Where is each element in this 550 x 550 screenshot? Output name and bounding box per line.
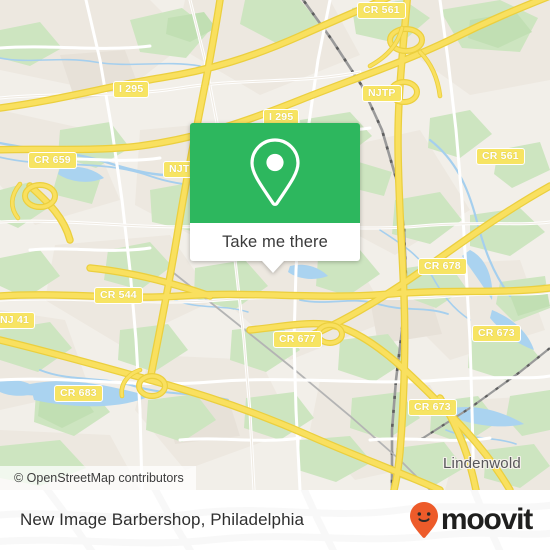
popup-action-bar[interactable]: Take me there — [190, 223, 360, 273]
road-shield-cr-678[interactable]: CR 678 — [418, 258, 467, 275]
footer-bar: New Image Barbershop, Philadelphia moovi… — [0, 490, 550, 550]
popup-header — [190, 123, 360, 223]
road-shield-cr-673-east[interactable]: CR 673 — [472, 325, 521, 342]
road-shield-cr-677[interactable]: CR 677 — [273, 331, 322, 348]
road-shield-cr-561-north[interactable]: CR 561 — [357, 2, 406, 19]
road-shield-cr-683[interactable]: CR 683 — [54, 385, 103, 402]
road-shield-cr-544[interactable]: CR 544 — [94, 287, 143, 304]
map-canvas[interactable]: Lindenwold CR 561 I 295 I 295 NJTP CR 56… — [0, 0, 550, 490]
road-shield-i-295-west[interactable]: I 295 — [113, 81, 150, 98]
moovit-logo[interactable]: moovit — [409, 501, 533, 539]
map-pin-icon — [246, 136, 304, 210]
moovit-map-screenshot: Lindenwold CR 561 I 295 I 295 NJTP CR 56… — [0, 0, 550, 550]
road-shield-nj-41[interactable]: NJ 41 — [0, 312, 36, 329]
osm-attribution[interactable]: © OpenStreetMap contributors — [0, 466, 196, 490]
road-shield-cr-561-east[interactable]: CR 561 — [476, 148, 525, 165]
place-title: New Image Barbershop, Philadelphia — [20, 510, 305, 529]
moovit-wordmark: moovit — [440, 503, 533, 536]
moovit-pin-icon — [409, 501, 439, 539]
footer-content: New Image Barbershop, Philadelphia moovi… — [0, 490, 550, 550]
location-popup[interactable]: Take me there — [190, 123, 360, 273]
road-shield-cr-659[interactable]: CR 659 — [28, 152, 77, 169]
popup-tail — [262, 261, 284, 273]
road-shield-njtp-north[interactable]: NJTP — [362, 85, 402, 102]
road-shield-cr-673-south[interactable]: CR 673 — [408, 399, 457, 416]
take-me-there-label: Take me there — [222, 232, 328, 251]
osm-attribution-text: © OpenStreetMap contributors — [14, 471, 184, 485]
city-label-lindenwold: Lindenwold — [443, 455, 521, 472]
